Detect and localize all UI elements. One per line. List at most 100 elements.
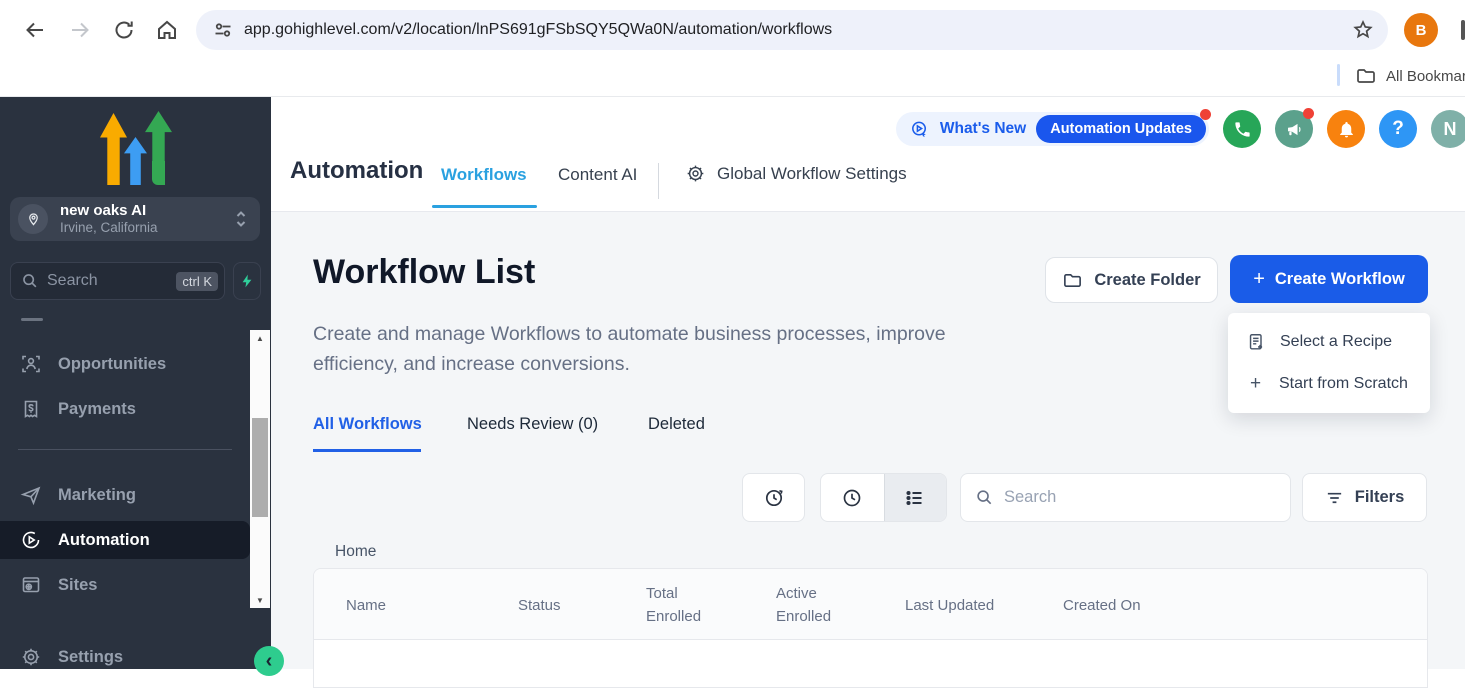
phone-button[interactable] (1223, 110, 1261, 148)
bell-icon (1337, 120, 1356, 139)
main-area: Automation Workflows Content AI Global W… (271, 97, 1465, 669)
column-header-created-on[interactable]: Created On (1063, 594, 1141, 617)
global-workflow-settings-label: Global Workflow Settings (717, 164, 907, 184)
all-bookmarks[interactable]: All Bookmarks (1355, 64, 1465, 88)
folder-icon (1062, 270, 1083, 291)
tab-deleted[interactable]: Deleted (648, 415, 705, 434)
workflow-search-input[interactable] (1004, 488, 1276, 507)
phone-icon (1233, 120, 1252, 139)
scroll-down-arrow[interactable]: ▼ (250, 592, 270, 608)
shortcut-badge: ctrl K (176, 272, 218, 291)
scroll-up-arrow[interactable]: ▲ (250, 330, 270, 346)
sites-icon (20, 574, 42, 596)
browser-reload-icon[interactable] (112, 18, 136, 42)
tab-workflows[interactable]: Workflows (441, 165, 527, 185)
page-title: Automation (290, 157, 423, 185)
sidebar-item-settings[interactable]: Settings (0, 638, 250, 676)
column-header-last-updated[interactable]: Last Updated (905, 594, 994, 617)
logo-arrow-blue (124, 137, 147, 185)
list-view-button[interactable] (884, 474, 947, 521)
whats-new-pill[interactable]: What's New Automation Updates (896, 112, 1209, 146)
sidebar-item-label: Opportunities (58, 355, 166, 374)
create-workflow-label: Create Workflow (1275, 270, 1405, 289)
table-header-row: Name Status Total Enrolled Active Enroll… (314, 569, 1427, 640)
scrollbar-thumb[interactable] (252, 418, 268, 517)
column-header-active-enrolled[interactable]: Active Enrolled (776, 582, 840, 628)
column-header-name[interactable]: Name (346, 594, 386, 617)
user-avatar[interactable]: N (1431, 110, 1465, 148)
browser-menu-icon[interactable] (1461, 20, 1465, 40)
sidebar-item-marketing[interactable]: Marketing (0, 476, 250, 514)
global-workflow-settings[interactable]: Global Workflow Settings (685, 163, 907, 184)
browser-back-icon[interactable] (23, 18, 47, 42)
workflow-search[interactable] (960, 473, 1291, 522)
sidebar-item-label: Payments (58, 400, 136, 419)
gear-icon (20, 646, 42, 668)
sidebar-collapse-button[interactable]: ‹ (254, 646, 284, 676)
logo-arrow-yellow (100, 113, 127, 185)
create-folder-button[interactable]: Create Folder (1045, 257, 1218, 303)
browser-forward-icon[interactable] (68, 18, 92, 42)
sidebar-search-input[interactable] (47, 272, 176, 290)
search-icon (21, 272, 39, 290)
automation-icon (20, 529, 42, 551)
sidebar-item-automation[interactable]: Automation (0, 521, 250, 559)
quick-actions-button[interactable] (233, 262, 261, 300)
automation-updates-badge[interactable]: Automation Updates (1036, 115, 1206, 143)
tab-all-workflows[interactable]: All Workflows (313, 415, 422, 434)
lightning-bolt-icon (239, 273, 255, 289)
sidebar: new oaks AI Irvine, California ctrl K Op… (0, 97, 271, 669)
chevron-up-down-icon (234, 208, 248, 230)
menu-item-select-recipe[interactable]: Select a Recipe (1228, 321, 1430, 363)
menu-item-start-from-scratch[interactable]: + Start from Scratch (1228, 363, 1430, 405)
bookmarks-folder-icon (1355, 65, 1377, 87)
url-text[interactable]: app.gohighlevel.com/v2/location/lnPS691g… (244, 21, 832, 39)
notification-dot (1200, 109, 1211, 120)
tab-content-ai[interactable]: Content AI (558, 165, 637, 185)
sidebar-search[interactable]: ctrl K (10, 262, 225, 300)
filters-label: Filters (1355, 488, 1405, 507)
whats-new-icon (909, 119, 930, 140)
column-header-status[interactable]: Status (518, 594, 561, 617)
announcements-button[interactable] (1275, 110, 1313, 148)
sidebar-scrollbar[interactable]: ▲ ▼ (250, 330, 270, 608)
column-header-total-enrolled[interactable]: Total Enrolled (646, 582, 710, 628)
opportunities-icon (20, 353, 42, 375)
browser-profile-avatar[interactable]: B (1404, 13, 1438, 47)
list-icon (903, 486, 927, 510)
bookmark-star-icon[interactable] (1352, 19, 1374, 41)
sidebar-item-label: Automation (58, 531, 150, 550)
location-pin-icon (18, 204, 48, 234)
site-settings-icon[interactable] (212, 19, 234, 41)
plus-icon: + (1253, 268, 1265, 291)
recipe-icon (1246, 332, 1266, 352)
sidebar-item-label: Marketing (58, 486, 136, 505)
browser-home-icon[interactable] (155, 18, 179, 42)
url-bar[interactable]: app.gohighlevel.com/v2/location/lnPS691g… (196, 10, 1388, 50)
enrollment-history-button[interactable] (742, 473, 805, 522)
tab-needs-review[interactable]: Needs Review (0) (467, 415, 598, 434)
account-city: Irvine, California (60, 220, 158, 236)
sidebar-item-payments[interactable]: Payments (0, 390, 250, 428)
all-bookmarks-label: All Bookmarks (1386, 68, 1465, 85)
table-body (314, 640, 1427, 688)
workflow-list-title: Workflow List (313, 253, 535, 292)
filter-icon (1325, 488, 1344, 507)
top-right-cluster: What's New Automation Updates ? N (896, 110, 1465, 148)
create-folder-label: Create Folder (1094, 271, 1200, 290)
workflow-table: Name Status Total Enrolled Active Enroll… (313, 568, 1428, 688)
notifications-button[interactable] (1327, 110, 1365, 148)
header-band: Automation Workflows Content AI Global W… (271, 97, 1465, 212)
sidebar-divider (18, 449, 232, 450)
recent-view-button[interactable] (821, 474, 884, 521)
menu-item-label: Select a Recipe (1280, 333, 1392, 351)
create-workflow-button[interactable]: + Create Workflow (1230, 255, 1428, 303)
gear-icon (685, 163, 706, 184)
sidebar-item-opportunities[interactable]: Opportunities (0, 345, 250, 383)
filters-button[interactable]: Filters (1302, 473, 1427, 522)
search-icon (975, 488, 994, 507)
help-button[interactable]: ? (1379, 110, 1417, 148)
sidebar-item-sites[interactable]: Sites (0, 566, 250, 604)
account-switcher[interactable]: new oaks AI Irvine, California (10, 197, 260, 241)
breadcrumb-home[interactable]: Home (335, 543, 376, 561)
